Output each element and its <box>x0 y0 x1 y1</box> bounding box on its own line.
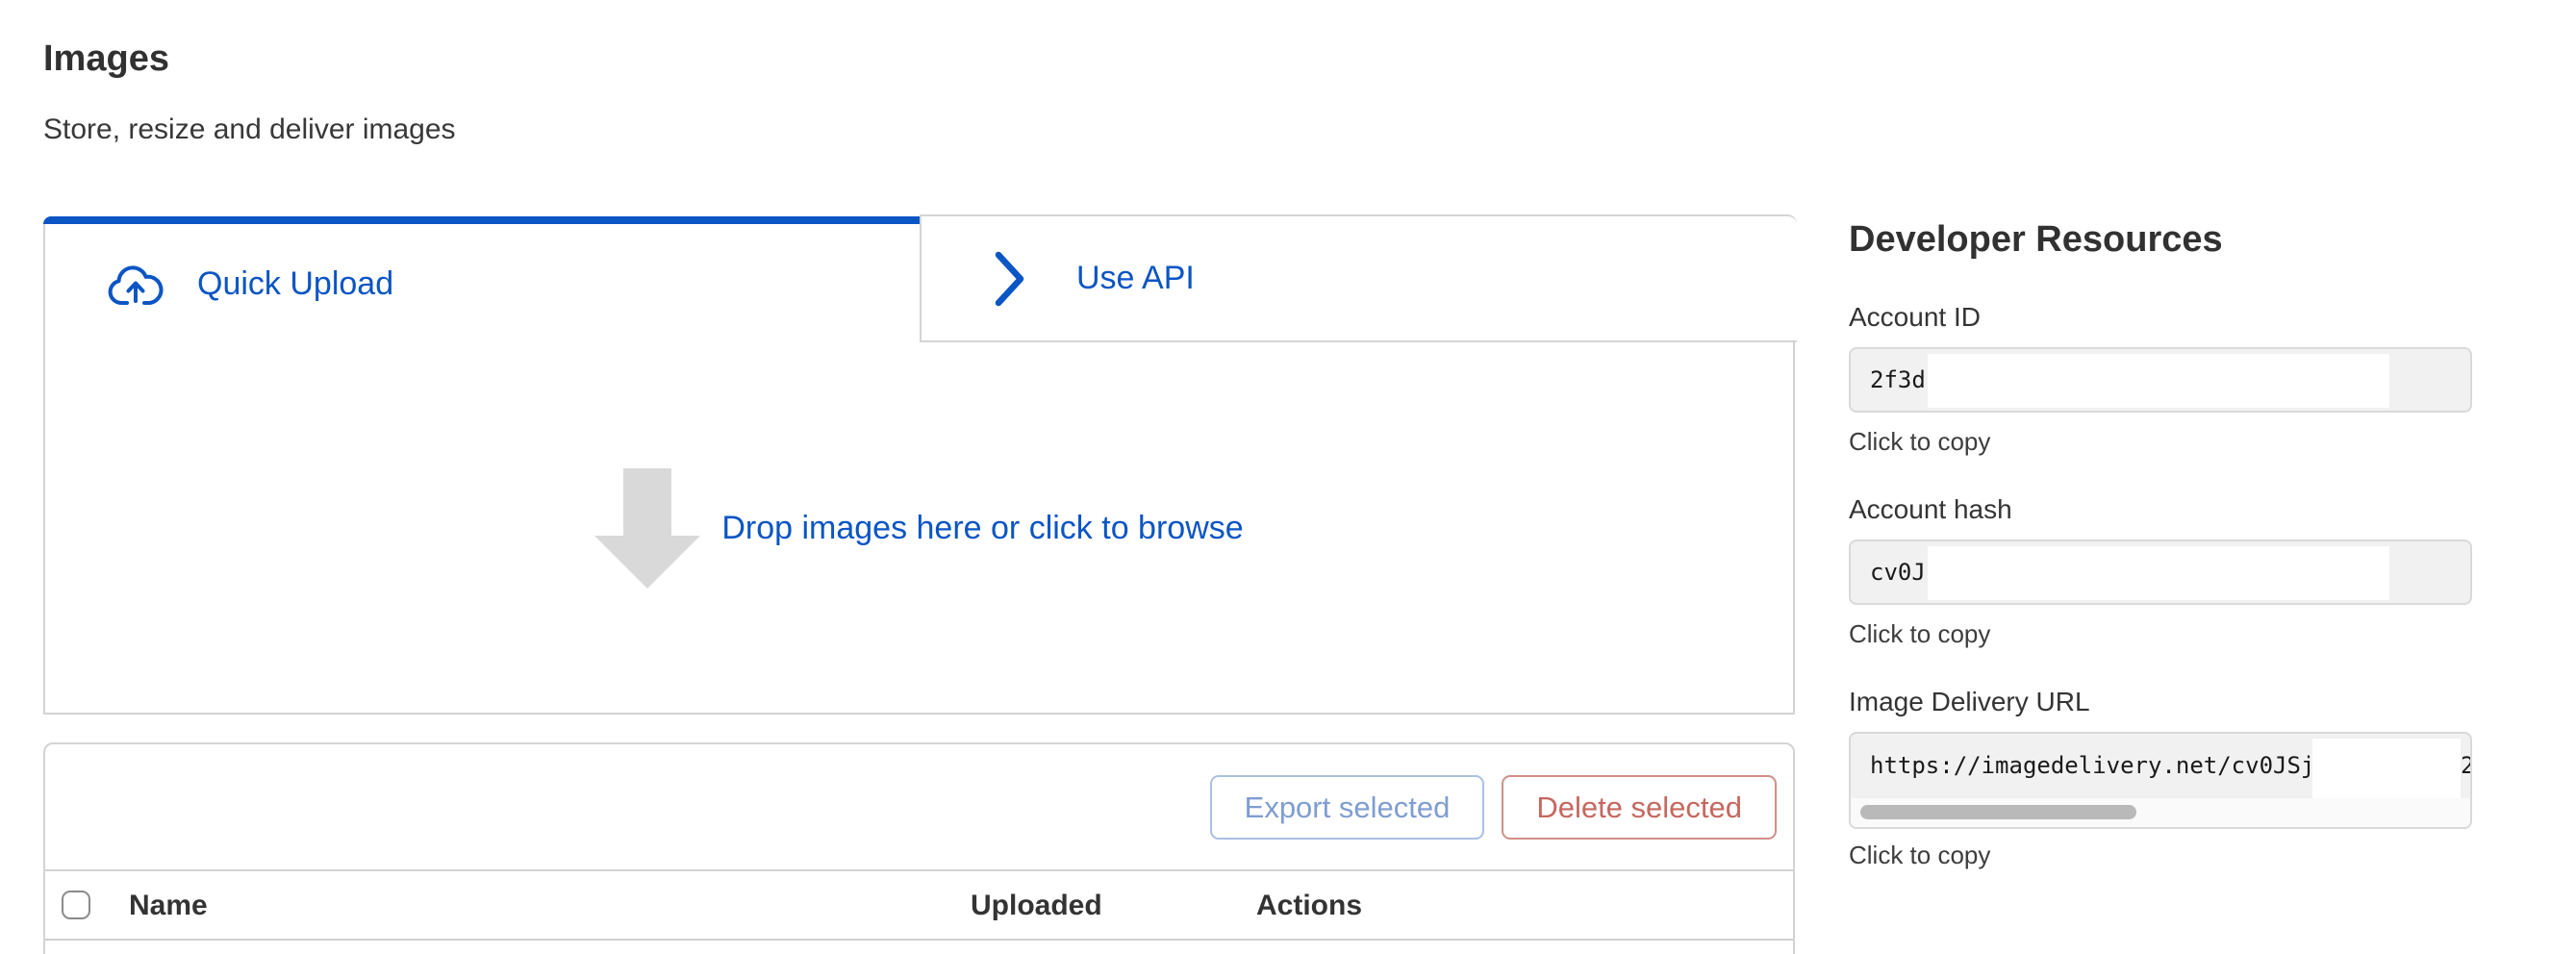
dropzone[interactable]: Drop images here or click to browse <box>45 344 1793 713</box>
tab-quick-upload[interactable]: Quick Upload <box>43 224 920 344</box>
redaction-overlay <box>2312 739 2461 798</box>
dropzone-label: Drop images here or click to browse <box>721 510 1243 547</box>
upload-card: Quick Upload Use API Drop images here or… <box>43 216 1795 715</box>
redaction-overlay <box>1928 546 2389 600</box>
account-hash-value: cv0J <box>1870 541 1926 603</box>
tab-quick-upload-label: Quick Upload <box>197 265 393 303</box>
tab-use-api-label: Use API <box>1076 260 1195 297</box>
column-header-name: Name <box>129 871 208 941</box>
developer-resources-panel: Developer Resources Account ID 2f3d Clic… <box>1849 219 2472 950</box>
redaction-overlay <box>1928 354 2389 408</box>
account-id-value: 2f3d <box>1870 349 1926 411</box>
developer-resources-heading: Developer Resources <box>1849 219 2223 261</box>
image-delivery-url-label: Image Delivery URL <box>1849 687 2090 717</box>
account-hash-copy-hint: Click to copy <box>1849 619 1990 649</box>
image-delivery-url-field[interactable]: https://imagedelivery.net/cv0JSj 2 <box>1849 732 2472 829</box>
table-header-row: Name Uploaded Actions <box>45 871 1793 941</box>
account-id-field[interactable]: 2f3d <box>1849 347 2472 413</box>
tab-use-api[interactable]: Use API <box>920 214 1797 342</box>
image-delivery-url-fragment: 2 <box>2461 734 2472 798</box>
horizontal-scrollbar-thumb[interactable] <box>1860 805 2136 819</box>
chevron-right-icon <box>995 251 1025 307</box>
image-delivery-url-row: https://imagedelivery.net/cv0JSj 2 <box>1851 734 2470 798</box>
column-header-actions: Actions <box>1256 871 1362 941</box>
image-delivery-url-copy-hint: Click to copy <box>1849 841 1990 870</box>
page-subtitle: Store, resize and deliver images <box>43 113 456 146</box>
export-selected-button[interactable]: Export selected <box>1210 775 1485 840</box>
image-delivery-url-value: https://imagedelivery.net/cv0JSj <box>1870 734 2314 798</box>
account-hash-label: Account hash <box>1849 494 2012 525</box>
select-all-checkbox[interactable] <box>62 891 90 919</box>
account-hash-field[interactable]: cv0J <box>1849 540 2472 605</box>
cloud-upload-icon <box>108 263 164 307</box>
table-actions-row: Export selected Delete selected <box>45 744 1793 871</box>
delete-selected-button[interactable]: Delete selected <box>1502 775 1777 840</box>
horizontal-scrollbar-track <box>1851 798 2470 827</box>
page-title: Images <box>43 38 169 80</box>
down-arrow-icon <box>594 468 700 589</box>
account-id-copy-hint: Click to copy <box>1849 427 1990 457</box>
column-header-uploaded: Uploaded <box>971 871 1102 941</box>
active-tab-accent-bar <box>43 216 920 224</box>
account-id-label: Account ID <box>1849 302 1981 333</box>
images-table-card: Export selected Delete selected Name Upl… <box>43 742 1795 954</box>
images-page: Images Store, resize and deliver images … <box>0 0 2576 954</box>
